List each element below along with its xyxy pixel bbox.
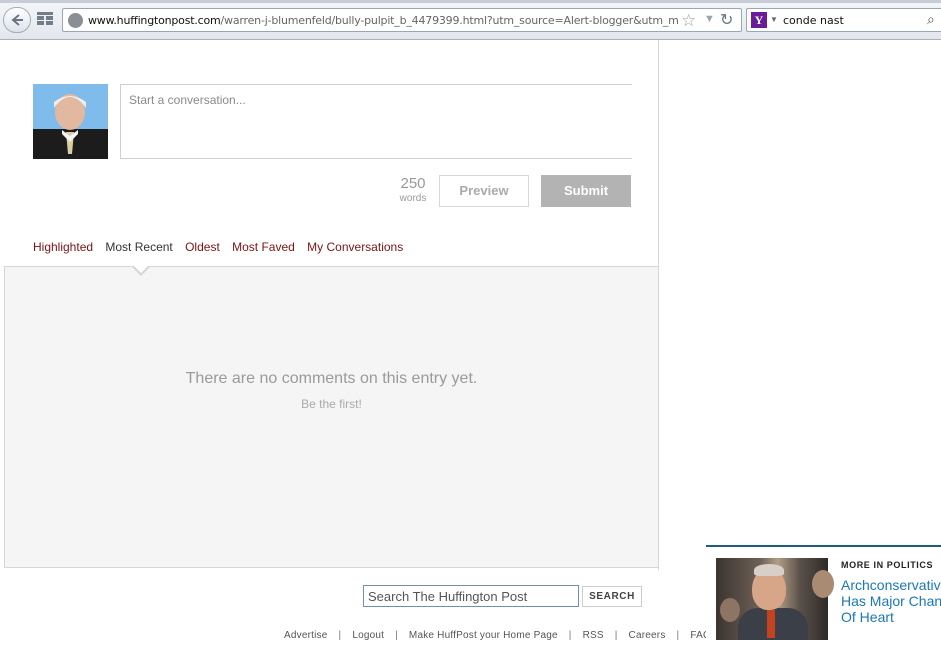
politician-hair: [754, 564, 784, 576]
background-person: [812, 570, 834, 598]
footer-link-logout[interactable]: Logout: [352, 630, 384, 641]
search-icon[interactable]: ⌕: [927, 11, 935, 28]
address-url[interactable]: www.huffingtonpost.com/warren-j-blumenfe…: [88, 14, 678, 27]
word-count-unit: words: [399, 193, 427, 204]
history-dropdown-icon[interactable]: ▼: [704, 13, 715, 25]
globe-icon: [68, 13, 83, 28]
footer-separator: |: [676, 630, 680, 641]
avatar-portrait: [33, 84, 108, 159]
tab-oldest[interactable]: Oldest: [185, 240, 220, 254]
footer-links: Advertise | Logout | Make HuffPost your Home…: [284, 630, 711, 642]
comments-module: Start a conversation... 250 words Previe…: [3, 40, 659, 570]
reload-icon[interactable]: ↻: [720, 10, 733, 30]
tab-highlighted[interactable]: Highlighted: [33, 240, 93, 254]
comments-list: There are no comments on this entry yet.…: [4, 266, 659, 568]
yahoo-icon[interactable]: Y: [751, 12, 767, 28]
site-search-input[interactable]: Search The Huffington Post: [363, 585, 579, 607]
word-count: 250: [400, 175, 426, 192]
tab-groups-icon[interactable]: [37, 12, 53, 26]
browser-search-bar[interactable]: Y ▼ conde nast ⌕: [746, 8, 941, 32]
site-search-placeholder: Search The Huffington Post: [368, 589, 528, 604]
politician-tie: [767, 610, 775, 638]
more-in-politics-widget: MORE IN POLITICS Archconservative Has Ma…: [706, 545, 941, 645]
footer-link-homepage[interactable]: Make HuffPost your Home Page: [409, 630, 558, 641]
back-button[interactable]: [3, 7, 31, 33]
preview-button[interactable]: Preview: [439, 175, 529, 207]
tab-my-conversations[interactable]: My Conversations: [307, 240, 403, 254]
comment-placeholder: Start a conversation...: [129, 93, 246, 107]
footer-link-advertise[interactable]: Advertise: [284, 630, 328, 641]
footer-separator: |: [395, 630, 398, 641]
footer-link-rss[interactable]: RSS: [583, 630, 604, 641]
tab-strip: [0, 0, 941, 3]
empty-comments-title: There are no comments on this entry yet.: [185, 370, 478, 387]
footer-separator: |: [338, 630, 342, 641]
politics-kicker: MORE IN POLITICS: [841, 560, 934, 570]
back-arrow-icon: [11, 14, 23, 26]
politics-story-image[interactable]: [716, 558, 834, 640]
page: www.huffingtonpost.com/warren-j-blumenfe…: [0, 0, 941, 645]
tab-most-recent[interactable]: Most Recent: [105, 240, 172, 254]
avatar: [33, 84, 108, 159]
comment-textarea[interactable]: Start a conversation...: [120, 84, 632, 159]
empty-comments-subtitle: Be the first!: [301, 397, 362, 411]
comment-sort-tabs: Highlighted Most Recent Oldest Most Fave…: [33, 240, 412, 256]
footer-separator: |: [568, 630, 572, 641]
active-tab-caret: [132, 264, 150, 273]
background-person: [720, 598, 740, 622]
bookmark-star-icon[interactable]: ☆: [681, 11, 696, 31]
browser-toolbar: www.huffingtonpost.com/warren-j-blumenfe…: [0, 0, 941, 40]
politics-headline-link[interactable]: Archconservative Has Major Change Of Hea…: [841, 577, 941, 625]
address-bar[interactable]: www.huffingtonpost.com/warren-j-blumenfe…: [62, 8, 742, 32]
footer-separator: |: [614, 630, 618, 641]
footer-link-careers[interactable]: Careers: [629, 630, 666, 641]
site-search-button[interactable]: SEARCH: [582, 586, 642, 607]
search-engine-dropdown-icon[interactable]: ▼: [770, 15, 778, 24]
submit-button[interactable]: Submit: [541, 175, 631, 207]
tab-most-faved[interactable]: Most Faved: [232, 240, 295, 254]
browser-search-input[interactable]: conde nast: [783, 14, 844, 27]
